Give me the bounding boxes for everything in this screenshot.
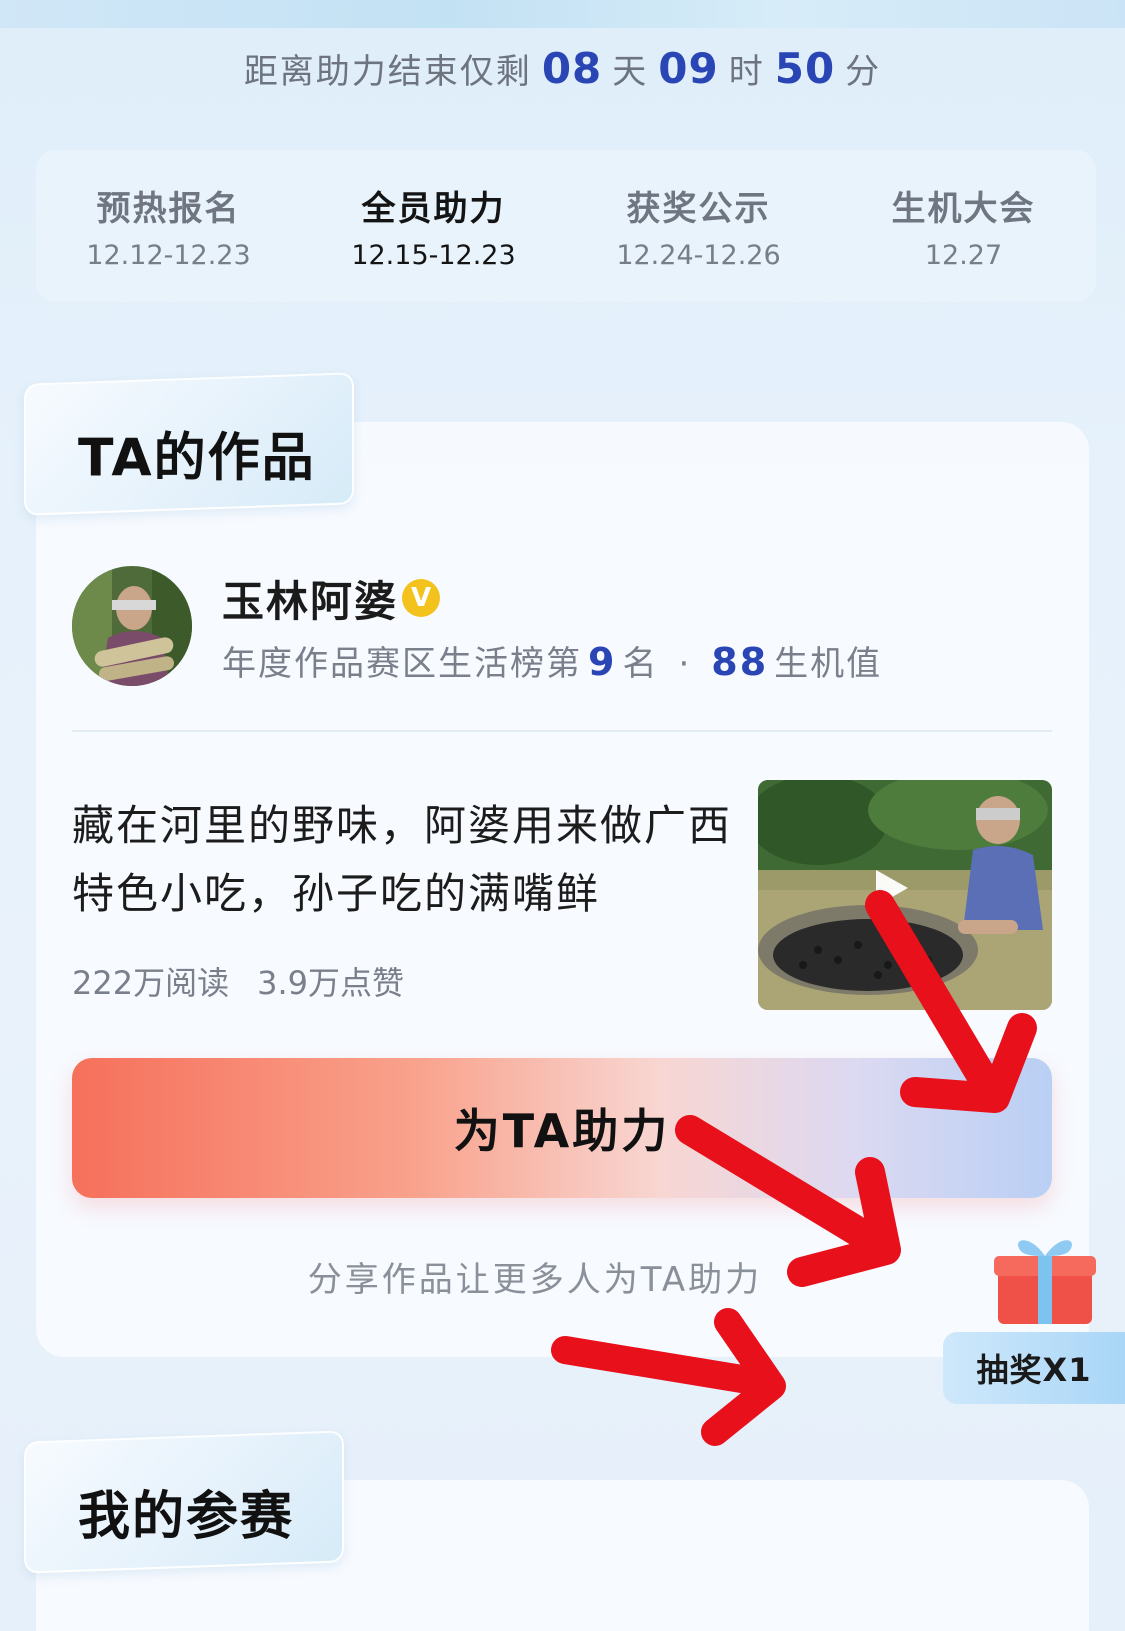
author-avatar[interactable] bbox=[72, 566, 192, 686]
lottery-badge[interactable]: 抽奖X1 bbox=[943, 1332, 1125, 1404]
countdown-bar: 距离助力结束仅剩 08 天 09 时 50 分 bbox=[0, 44, 1125, 104]
post-thumbnail[interactable] bbox=[758, 780, 1052, 1010]
stage-date: 12.15-12.23 bbox=[351, 240, 516, 271]
rank-suffix: 名 bbox=[622, 644, 659, 684]
stage-support[interactable]: 全员助力 12.15-12.23 bbox=[301, 150, 566, 302]
top-decor-strip bbox=[0, 0, 1125, 28]
thumbnail-image bbox=[758, 780, 1052, 1010]
rank-number: 9 bbox=[588, 640, 617, 684]
divider bbox=[72, 730, 1052, 732]
rank-prefix: 年度作品赛区生活榜第 bbox=[222, 644, 582, 684]
stage-name: 生机大会 bbox=[891, 189, 1036, 229]
my-entries-section-tab: 我的参赛 bbox=[24, 1430, 344, 1574]
stage-conference[interactable]: 生机大会 12.27 bbox=[831, 150, 1096, 302]
post-reads: 222万阅读 bbox=[72, 964, 230, 1002]
post-likes: 3.9万点赞 bbox=[257, 964, 404, 1002]
works-section-tab: TA的作品 bbox=[24, 372, 354, 516]
avatar-image bbox=[72, 566, 192, 686]
gift-icon[interactable] bbox=[990, 1230, 1100, 1330]
gift-icon-graphic bbox=[994, 1240, 1096, 1324]
stage-date: 12.12-12.23 bbox=[86, 240, 251, 271]
countdown-minutes-unit: 分 bbox=[845, 52, 882, 92]
post-stats: 222万阅读 3.9万点赞 bbox=[72, 958, 404, 1004]
stage-date: 12.24-12.26 bbox=[616, 240, 781, 271]
my-entries-title: 我的参赛 bbox=[78, 1486, 295, 1547]
countdown-prefix: 距离助力结束仅剩 bbox=[243, 52, 532, 92]
countdown-hours-unit: 时 bbox=[728, 52, 765, 92]
countdown-days: 08 bbox=[541, 44, 603, 93]
score-value: 88 bbox=[711, 640, 769, 684]
verified-icon: V bbox=[402, 579, 440, 617]
stage-name: 全员助力 bbox=[361, 189, 506, 229]
countdown-hours: 09 bbox=[658, 44, 719, 93]
author-name[interactable]: 玉林阿婆 bbox=[222, 568, 398, 629]
event-timeline: 预热报名 12.12-12.23 全员助力 12.15-12.23 获奖公示 1… bbox=[36, 150, 1096, 302]
post-title[interactable]: 藏在河里的野味，阿婆用来做广西特色小吃，孙子吃的满嘴鲜 bbox=[72, 792, 732, 928]
score-unit: 生机值 bbox=[774, 644, 883, 684]
works-section-title: TA的作品 bbox=[78, 428, 316, 489]
stage-preheat[interactable]: 预热报名 12.12-12.23 bbox=[36, 150, 301, 302]
stage-awards[interactable]: 获奖公示 12.24-12.26 bbox=[566, 150, 831, 302]
support-button[interactable]: 为TA助力 bbox=[72, 1058, 1052, 1198]
stage-name: 获奖公示 bbox=[626, 189, 771, 229]
countdown-days-unit: 天 bbox=[612, 52, 649, 92]
rank-separator: · bbox=[678, 644, 692, 684]
support-button-label: 为TA助力 bbox=[453, 1104, 671, 1158]
stage-name: 预热报名 bbox=[96, 189, 241, 229]
countdown-minutes: 50 bbox=[774, 44, 836, 93]
stage-date: 12.27 bbox=[924, 240, 1003, 271]
author-rank-line: 年度作品赛区生活榜第 9 名 · 88 生机值 bbox=[222, 636, 882, 685]
share-hint[interactable]: 分享作品让更多人为TA助力 bbox=[0, 1252, 1070, 1301]
